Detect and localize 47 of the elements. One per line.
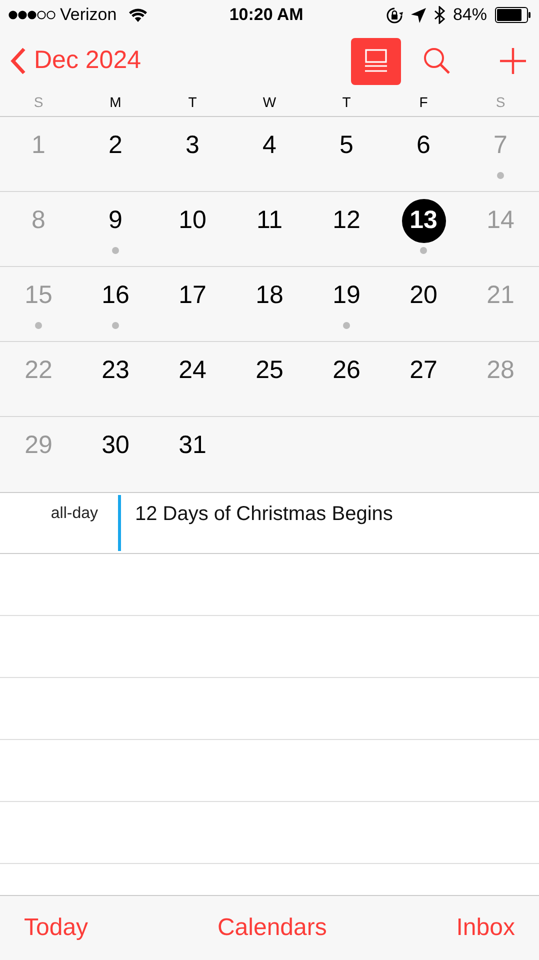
- all-day-label: all-day: [50, 505, 98, 522]
- calendar-day[interactable]: 6: [402, 124, 446, 168]
- weekday-label: S: [32, 93, 44, 112]
- calendar-day[interactable]: 12: [324, 199, 368, 243]
- chevron-left-icon: [10, 47, 26, 75]
- calendar-day[interactable]: 16: [94, 274, 138, 318]
- list-view-icon: [363, 49, 389, 73]
- search-icon: [423, 47, 451, 75]
- weekday-label: T: [187, 93, 198, 112]
- weekday-label: M: [108, 93, 122, 112]
- calendar-day[interactable]: 30: [94, 424, 138, 468]
- calendar-day[interactable]: 3: [170, 124, 214, 168]
- calendar-day[interactable]: 25: [248, 349, 292, 393]
- rotation-lock-icon: [386, 6, 403, 24]
- plus-icon: [499, 47, 527, 75]
- weekday-label: W: [262, 93, 278, 112]
- calendar-day[interactable]: 5: [324, 124, 368, 168]
- clock-time: 10:20 AM: [229, 4, 304, 26]
- weekday-label: S: [494, 93, 506, 112]
- add-button[interactable]: [499, 47, 527, 75]
- calendar-day[interactable]: 9: [94, 199, 138, 243]
- calendar-day[interactable]: 17: [170, 274, 214, 318]
- calendar-day[interactable]: 26: [324, 349, 368, 393]
- calendar-day[interactable]: 19: [324, 274, 368, 318]
- weekday-label: F: [418, 93, 429, 112]
- calendar-day[interactable]: 20: [402, 274, 446, 318]
- calendar-day[interactable]: 23: [94, 349, 138, 393]
- calendar-day[interactable]: 31: [170, 424, 214, 468]
- calendar-day[interactable]: 27: [402, 349, 446, 393]
- battery-percentage: 84%: [452, 4, 487, 26]
- calendar-day[interactable]: 13: [402, 199, 446, 243]
- signal-strength-icon: [8, 10, 56, 20]
- calendar-day[interactable]: 2: [94, 124, 138, 168]
- weekday-label: T: [341, 93, 352, 112]
- carrier-name: Verizon: [60, 4, 117, 26]
- calendar-day[interactable]: 4: [248, 124, 292, 168]
- calendar-day[interactable]: 18: [248, 274, 292, 318]
- calendar-day[interactable]: 11: [248, 199, 292, 243]
- search-button[interactable]: [423, 47, 451, 75]
- wifi-icon: [128, 8, 147, 22]
- calendar-day[interactable]: 10: [170, 199, 214, 243]
- event-title[interactable]: 12 Days of Christmas Begins: [121, 493, 393, 553]
- calendar-day[interactable]: 24: [170, 349, 214, 393]
- location-arrow-icon: [410, 8, 426, 22]
- bluetooth-icon: [434, 6, 445, 24]
- list-view-toggle[interactable]: [351, 38, 401, 84]
- battery-icon: [495, 7, 531, 23]
